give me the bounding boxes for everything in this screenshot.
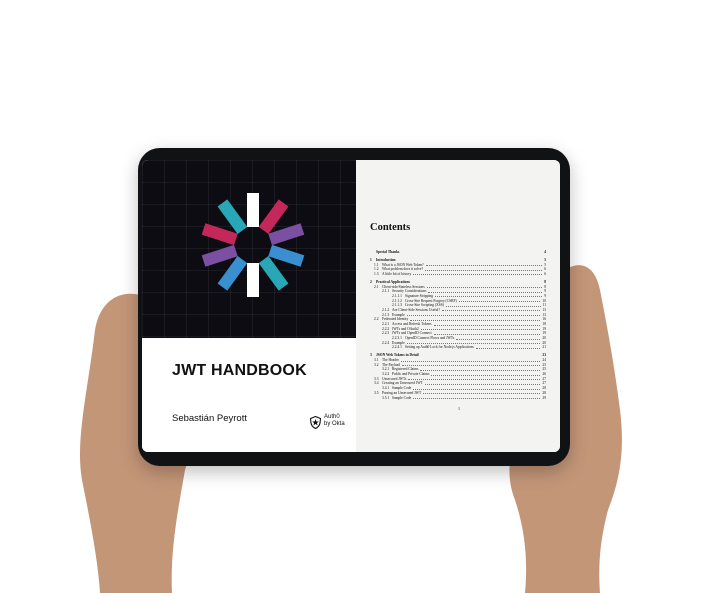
toc-entry[interactable]: Special Thanks 4 (370, 250, 546, 255)
toc-entry-label: Special Thanks (376, 250, 400, 254)
toc-leader-dots (420, 367, 541, 371)
toc-entry-number: 1.3 (374, 271, 379, 276)
toc-leader-dots (421, 353, 541, 357)
cover-title: JWT HANDBOOK (172, 362, 307, 379)
toc-leader-dots (401, 250, 542, 254)
toc-leader-dots (420, 327, 541, 331)
toc-leader-dots (431, 372, 541, 376)
toc-leader-dots (445, 303, 541, 307)
toc-leader-dots (435, 294, 543, 298)
toc-leader-dots (413, 396, 541, 399)
toc-leader-dots (428, 289, 543, 293)
toc-entry-number: 2.2.4.1 (392, 345, 402, 350)
cover-author: Sebastián Peyrott (172, 413, 247, 424)
toc-entry-page: 21 (542, 345, 546, 350)
toc-entry-page: 6 (544, 271, 546, 276)
toc-leader-dots (442, 308, 541, 312)
toc-leader-dots (413, 386, 541, 390)
toc-leader-dots (456, 336, 541, 340)
toc-leader-dots (406, 313, 541, 317)
toc-leader-dots (433, 331, 541, 335)
toc-list: Special Thanks 4 1 Introduction 5 1.1 What is … (370, 250, 546, 400)
toc-leader-dots (413, 272, 543, 276)
toc-leader-dots (426, 285, 543, 288)
toc-leader-dots (423, 391, 541, 395)
auth0-shield-icon (310, 416, 321, 429)
toc-entry-number: 3.5.1 (382, 395, 390, 400)
toc-leader-dots (458, 299, 541, 303)
jwt-logo-petal (247, 263, 259, 297)
page-number: 1 (458, 406, 460, 411)
toc-entry[interactable]: 3.5.1 Sample Code 29 (370, 396, 546, 401)
toc-entry-label: Setting up Auth0 Lock for Node.js Applic… (405, 345, 474, 350)
toc-leader-dots (425, 267, 543, 271)
toc-leader-dots (402, 363, 541, 367)
toc-leader-dots (475, 345, 541, 349)
toc-leader-dots (410, 317, 541, 321)
toc-entry-label: A little bit of history (382, 271, 412, 276)
toc-entry[interactable]: 1.3 A little bit of history 6 (370, 272, 546, 277)
toc-entry[interactable]: 2.2.4.1 Setting up Auth0 Lock for Node.js… (370, 345, 546, 350)
toc-leader-dots (400, 358, 541, 362)
toc-leader-dots (424, 381, 541, 385)
cover-artwork (142, 160, 356, 338)
toc-heading: Contents (370, 222, 411, 233)
toc-leader-dots (425, 263, 543, 267)
toc-leader-dots (433, 322, 541, 326)
toc-leader-dots (412, 280, 542, 284)
table-of-contents-page: Contents Special Thanks 4 1 Introduction 5 1.… (356, 160, 560, 452)
jwt-logo-petal (247, 193, 259, 227)
photo-scene: JWT HANDBOOK Sebastián Peyrott Auth0 by … (0, 0, 712, 593)
toc-leader-dots (406, 341, 541, 345)
jwt-logo-icon (201, 193, 305, 297)
toc-entry-label: Sample Code (392, 395, 412, 400)
publisher-logo: Auth0 by Okta (310, 414, 360, 440)
publisher-name: Auth0 by Okta (324, 414, 345, 427)
book-cover: JWT HANDBOOK Sebastián Peyrott Auth0 by … (142, 160, 356, 452)
toc-entry-page: 4 (544, 250, 546, 254)
toc-leader-dots (398, 258, 543, 262)
toc-entry-page: 29 (542, 395, 546, 400)
tablet-screen: JWT HANDBOOK Sebastián Peyrott Auth0 by … (142, 160, 560, 452)
toc-leader-dots (408, 377, 541, 381)
